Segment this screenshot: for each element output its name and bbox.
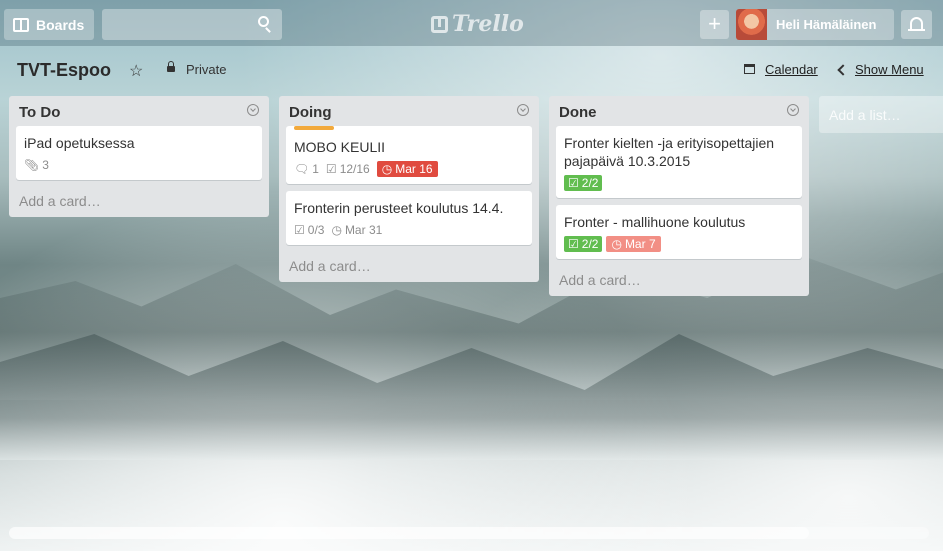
search-icon[interactable] — [258, 16, 269, 27]
avatar — [736, 9, 767, 40]
add-list-input[interactable]: Add a list… — [819, 96, 943, 133]
card-title: iPad opetuksessa — [24, 135, 135, 151]
checklist-count: 2/2 — [581, 176, 599, 190]
comment-badge: 🗨︎ 1 — [294, 162, 319, 176]
checklist-badge: ☑ 0/3 — [294, 223, 324, 237]
boards-icon — [13, 17, 29, 32]
checklist-count: 2/2 — [581, 237, 599, 251]
show-menu-link[interactable]: Show Menu — [855, 62, 924, 77]
attachment-count: 3 — [42, 158, 49, 172]
list-title[interactable]: Done — [559, 104, 597, 121]
list-menu-icon[interactable] — [787, 104, 799, 116]
checklist-badge: ☑ 12/16 — [326, 162, 370, 176]
list-doing: Doing MOBO KEULII 🗨︎ 1 ☑ 12/16 ◷ Mar 16 … — [279, 96, 539, 282]
trello-logo-icon — [431, 15, 448, 33]
card-title: Fronter kielten -ja erityisopettajien pa… — [564, 135, 775, 169]
background-mountains-front — [0, 334, 943, 460]
top-header: Boards Trello + Heli Hämäläinen — [0, 0, 943, 46]
add-button[interactable]: + — [700, 10, 729, 39]
boards-label: Boards — [36, 16, 85, 33]
privacy-button[interactable]: Private — [186, 62, 226, 77]
boards-button[interactable]: Boards — [4, 9, 94, 40]
chevron-left-icon — [837, 64, 849, 76]
list-menu-icon[interactable] — [517, 104, 529, 116]
user-menu-button[interactable]: Heli Hämäläinen — [736, 9, 894, 40]
card[interactable]: MOBO KEULII 🗨︎ 1 ☑ 12/16 ◷ Mar 16 — [286, 126, 532, 184]
card-title: Fronterin perusteet koulutus 14.4. — [294, 200, 504, 216]
notifications-button[interactable] — [901, 10, 932, 39]
calendar-link[interactable]: Calendar — [765, 62, 818, 77]
checklist-badge: ☑ 2/2 — [564, 175, 603, 191]
card[interactable]: iPad opetuksessa 📎︎ 3 — [16, 126, 262, 180]
list-done: Done Fronter kielten -ja erityisopettaji… — [549, 96, 809, 296]
clock-icon: ◷ — [331, 223, 342, 237]
comment-icon: 🗨︎ — [294, 162, 310, 176]
attachment-icon: 📎︎ — [24, 158, 40, 172]
due-date-badge: ◷ Mar 7 — [606, 236, 661, 252]
card[interactable]: Fronter - mallihuone koulutus ☑ 2/2 ◷ Ma… — [556, 205, 802, 259]
star-icon[interactable]: ☆ — [129, 61, 143, 81]
attachment-badge: 📎︎ 3 — [24, 158, 49, 172]
lock-icon — [167, 61, 175, 72]
due-date: Mar 31 — [344, 223, 383, 237]
card-title: Fronter - mallihuone koulutus — [564, 214, 746, 230]
list-title[interactable]: To Do — [19, 104, 60, 121]
add-card-button[interactable]: Add a card… — [279, 252, 539, 282]
card-label-orange — [294, 126, 334, 130]
checklist-icon: ☑ — [325, 162, 337, 176]
due-date: Mar 7 — [624, 237, 656, 251]
checklist-icon: ☑ — [294, 223, 305, 237]
due-date: Mar 16 — [395, 162, 433, 176]
plus-icon: + — [708, 11, 721, 36]
list-to-do: To Do iPad opetuksessa 📎︎ 3 Add a card… — [9, 96, 269, 217]
horizontal-scrollbar-thumb[interactable] — [9, 527, 809, 539]
card[interactable]: Fronterin perusteet koulutus 14.4. ☑ 0/3… — [286, 191, 532, 245]
due-date-badge: ◷ Mar 16 — [376, 161, 438, 177]
checklist-count: 0/3 — [307, 223, 325, 237]
card-title: MOBO KEULII — [294, 139, 386, 155]
calendar-icon — [744, 64, 755, 74]
card[interactable]: Fronter kielten -ja erityisopettajien pa… — [556, 126, 802, 198]
clock-icon: ◷ — [611, 237, 622, 251]
trello-logo[interactable]: Trello — [431, 11, 524, 37]
checklist-count: 12/16 — [339, 162, 370, 176]
list-title[interactable]: Doing — [289, 104, 332, 121]
logo-text: Trello — [452, 11, 524, 37]
list-menu-icon[interactable] — [247, 104, 259, 116]
add-card-button[interactable]: Add a card… — [549, 266, 809, 296]
due-date-badge: ◷ Mar 31 — [331, 223, 382, 237]
checklist-badge: ☑ 2/2 — [564, 236, 603, 252]
checklist-icon: ☑ — [568, 237, 579, 251]
search-input[interactable] — [102, 9, 282, 40]
clock-icon: ◷ — [381, 162, 393, 176]
user-name: Heli Hämäläinen — [776, 17, 877, 32]
bell-icon — [908, 17, 925, 31]
checklist-icon: ☑ — [568, 176, 579, 190]
add-card-button[interactable]: Add a card… — [9, 187, 269, 217]
board-title[interactable]: TVT-Espoo — [17, 60, 111, 81]
comment-count: 1 — [312, 162, 319, 176]
